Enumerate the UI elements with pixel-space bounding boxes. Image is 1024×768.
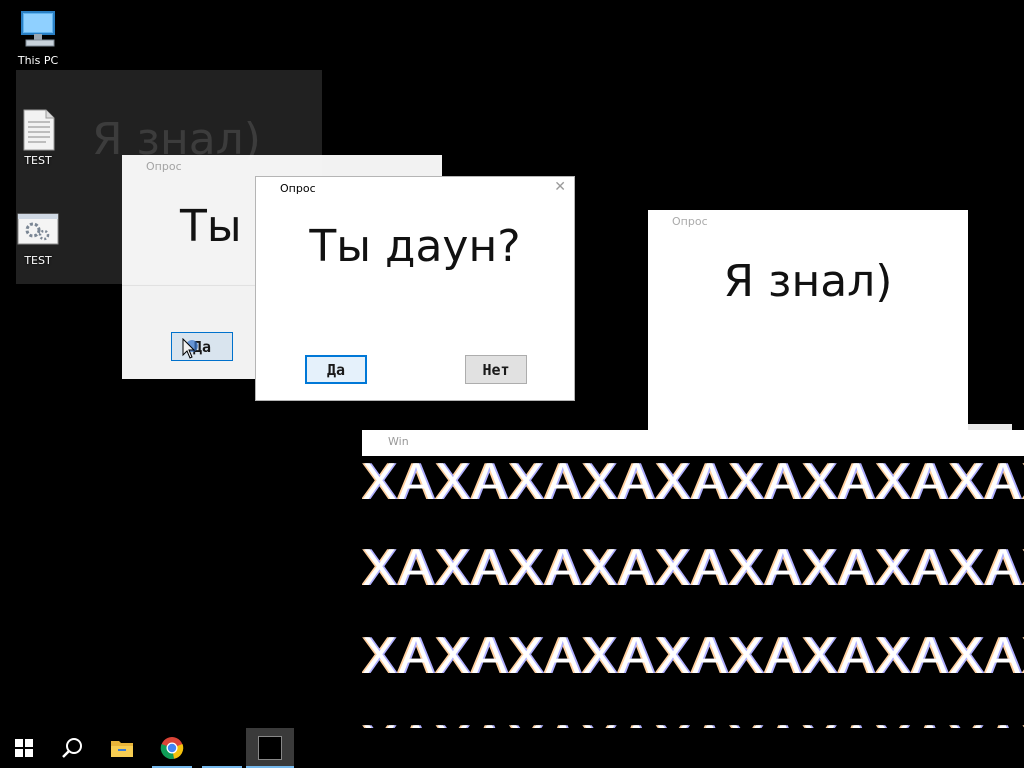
- settings-executable-icon: [16, 208, 60, 252]
- start-button[interactable]: [0, 728, 48, 768]
- back-dialog-message: Ты: [180, 201, 242, 252]
- right-dialog-message: Я знал): [723, 256, 893, 307]
- desktop-icon-label: TEST: [24, 154, 52, 167]
- text-document-icon: [16, 108, 60, 152]
- right-dialog: Опрос Я знал): [648, 210, 968, 434]
- chrome-icon: [160, 737, 184, 760]
- desktop-icon-label: This PC: [17, 54, 59, 67]
- front-dialog-yes-button[interactable]: Да: [305, 355, 367, 384]
- desktop-icon-test-exe[interactable]: TEST: [6, 208, 70, 267]
- front-dialog: Опрос ✕ Ты даун? Да Нет: [255, 176, 575, 401]
- search-button[interactable]: [48, 728, 96, 768]
- front-dialog-title: Опрос: [280, 182, 316, 195]
- right-dialog-title: Опрос: [672, 215, 708, 228]
- laugh-window-title: Win: [388, 435, 409, 448]
- desktop-icon-this-pc[interactable]: This PC: [6, 8, 70, 67]
- mouse-cursor-icon: [182, 337, 200, 364]
- search-icon: [62, 738, 82, 758]
- file-explorer-icon: [111, 741, 133, 757]
- black-window-icon: [258, 736, 282, 760]
- computer-icon: [16, 8, 60, 52]
- close-icon[interactable]: ✕: [554, 179, 566, 195]
- windows-start-icon: [15, 739, 33, 757]
- taskbar: [0, 728, 1024, 768]
- front-dialog-message: Ты даун?: [309, 221, 521, 272]
- laugh-text-row: XAXAXAXAXAXAXAXAXAXAXAXA: [362, 453, 1024, 511]
- laugh-text-row: XAXAXAXAXAXAXAXAXAXAXAXA: [362, 627, 1024, 685]
- taskbar-app-active[interactable]: [246, 728, 294, 768]
- taskbar-chrome[interactable]: [148, 728, 196, 768]
- laugh-window: Win XAXAXAXAXAXAXAXAXA XAXAXA XAXAXAXAXAX…: [362, 430, 1024, 768]
- desktop-icon-label: TEST: [24, 254, 52, 267]
- laugh-text-row: XAXAXAXAXAXAXAXAXAXAXAXA: [362, 539, 1024, 597]
- taskbar-file-explorer[interactable]: [98, 728, 146, 768]
- back-dialog-yes-button[interactable]: Да: [171, 332, 233, 361]
- back-dialog-title: Опрос: [146, 160, 182, 173]
- taskbar-app-blank[interactable]: [198, 728, 246, 768]
- front-dialog-no-button[interactable]: Нет: [465, 355, 527, 384]
- desktop-icon-test-text[interactable]: TEST: [6, 108, 70, 167]
- blank-app-icon: [212, 738, 232, 758]
- right-dialog-titlebar[interactable]: Опрос: [648, 210, 968, 234]
- front-dialog-titlebar[interactable]: Опрос ✕: [256, 177, 574, 201]
